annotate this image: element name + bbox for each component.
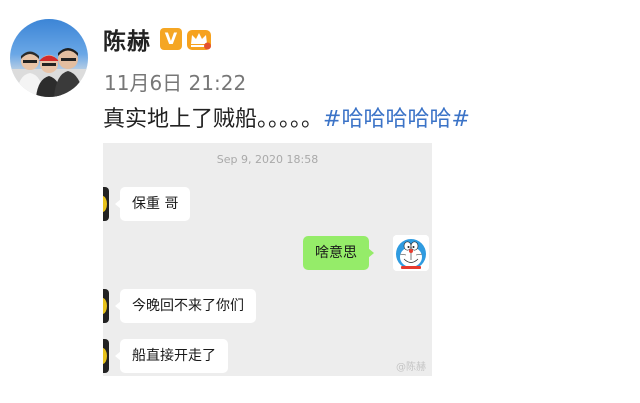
post-timestamp[interactable]: 11月6日 21:22	[104, 67, 246, 96]
chat-bubble-received: 船直接开走了	[115, 339, 228, 373]
chat-bubble-received: 今晚回不来了你们	[115, 289, 256, 323]
post-text: 真实地上了贼船。。。。。	[103, 107, 324, 132]
peer-avatar	[103, 339, 109, 373]
chat-timestamp: Sep 9, 2020 18:58	[216, 153, 319, 166]
peer-avatar	[103, 289, 109, 323]
weibo-post: 陈赫 V 11月6日 21:22 真实地上了贼船。。。。。#哈哈哈哈哈# Sep…	[0, 0, 640, 403]
verified-v-badge: V	[160, 28, 182, 50]
peer-avatar	[103, 187, 109, 221]
self-avatar-doraemon-icon	[393, 235, 429, 271]
vip-crown-icon	[187, 30, 211, 50]
avatar-photo-image	[10, 48, 88, 97]
author-name[interactable]: 陈赫	[103, 22, 151, 56]
chat-screenshot-image[interactable]: Sep 9, 2020 18:58 保重 哥 啥意思 今晚回不来了你们 船直接开…	[103, 143, 432, 376]
hashtag-link[interactable]: #哈哈哈哈哈#	[323, 107, 470, 132]
chat-bubble-sent: 啥意思	[303, 236, 374, 270]
post-content: 真实地上了贼船。。。。。#哈哈哈哈哈#	[103, 101, 470, 133]
weibo-watermark: @陈赫	[396, 362, 426, 373]
author-avatar[interactable]	[10, 19, 88, 97]
chat-bubble-received: 保重 哥	[114, 187, 191, 221]
